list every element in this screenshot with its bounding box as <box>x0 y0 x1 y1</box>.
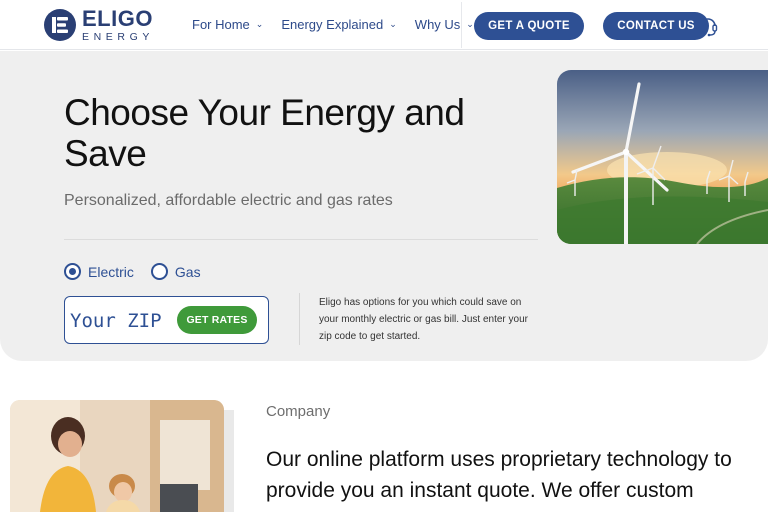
radio-gas-label[interactable]: Gas <box>175 264 201 280</box>
nav-item-label: Energy Explained <box>281 17 384 32</box>
company-description: Our online platform uses proprietary tec… <box>266 448 732 502</box>
nav-item-why-us[interactable]: Why Us ⌄ <box>415 17 474 32</box>
brand-tagline: ENERGY <box>82 30 154 43</box>
chevron-down-icon: ⌄ <box>389 19 397 29</box>
hero-title: Choose Your Energy and Save <box>64 92 465 174</box>
radio-electric[interactable]: Electric <box>64 263 134 280</box>
hero-subtitle: Personalized, affordable electric and ga… <box>64 192 393 209</box>
nav-item-label: Why Us <box>414 17 461 32</box>
family-photo-illustration <box>10 400 224 512</box>
radio-electric-label[interactable]: Electric <box>88 264 134 280</box>
nav-item-for-home[interactable]: For Home ⌄ <box>192 17 263 32</box>
section-label: Company <box>266 403 331 420</box>
photo-shadow <box>224 410 234 512</box>
logo[interactable]: ELIGO ENERGY <box>44 5 154 43</box>
zip-form: GET RATES <box>64 296 269 344</box>
note-divider <box>299 293 300 345</box>
main-nav: For Home ⌄ Energy Explained ⌄ Why Us ⌄ <box>192 17 492 32</box>
wind-turbines-image <box>557 70 768 244</box>
radio-unchecked-icon[interactable] <box>150 263 168 280</box>
contact-us-button[interactable]: CONTACT US <box>603 12 709 40</box>
hero-note: Eligo has options for you which could sa… <box>319 297 528 342</box>
get-a-quote-button[interactable]: GET A QUOTE <box>474 12 584 40</box>
brand-name: ELIGO <box>82 5 153 31</box>
hero-divider <box>64 239 538 240</box>
get-rates-button[interactable]: GET RATES <box>177 306 257 334</box>
hero-section: Choose Your Energy and Save Personalized… <box>0 51 768 361</box>
nav-divider <box>461 2 462 48</box>
chevron-down-icon: ⌄ <box>255 19 264 29</box>
family-photo <box>10 400 224 512</box>
nav-item-energy-explained[interactable]: Energy Explained ⌄ <box>281 17 396 32</box>
logo-e-icon <box>44 9 76 41</box>
energy-type-radio-group: Electric Gas <box>64 263 218 280</box>
zip-input[interactable] <box>70 307 175 335</box>
radio-gas[interactable]: Gas <box>150 263 201 280</box>
radio-checked-icon[interactable] <box>64 263 81 280</box>
headset-icon <box>698 18 718 37</box>
site-header: ELIGO ENERGY For Home ⌄ Energy Explained… <box>0 0 768 50</box>
wind-turbines-illustration <box>557 70 768 244</box>
chevron-down-icon: ⌄ <box>466 19 474 29</box>
nav-item-label: For Home <box>192 17 250 32</box>
